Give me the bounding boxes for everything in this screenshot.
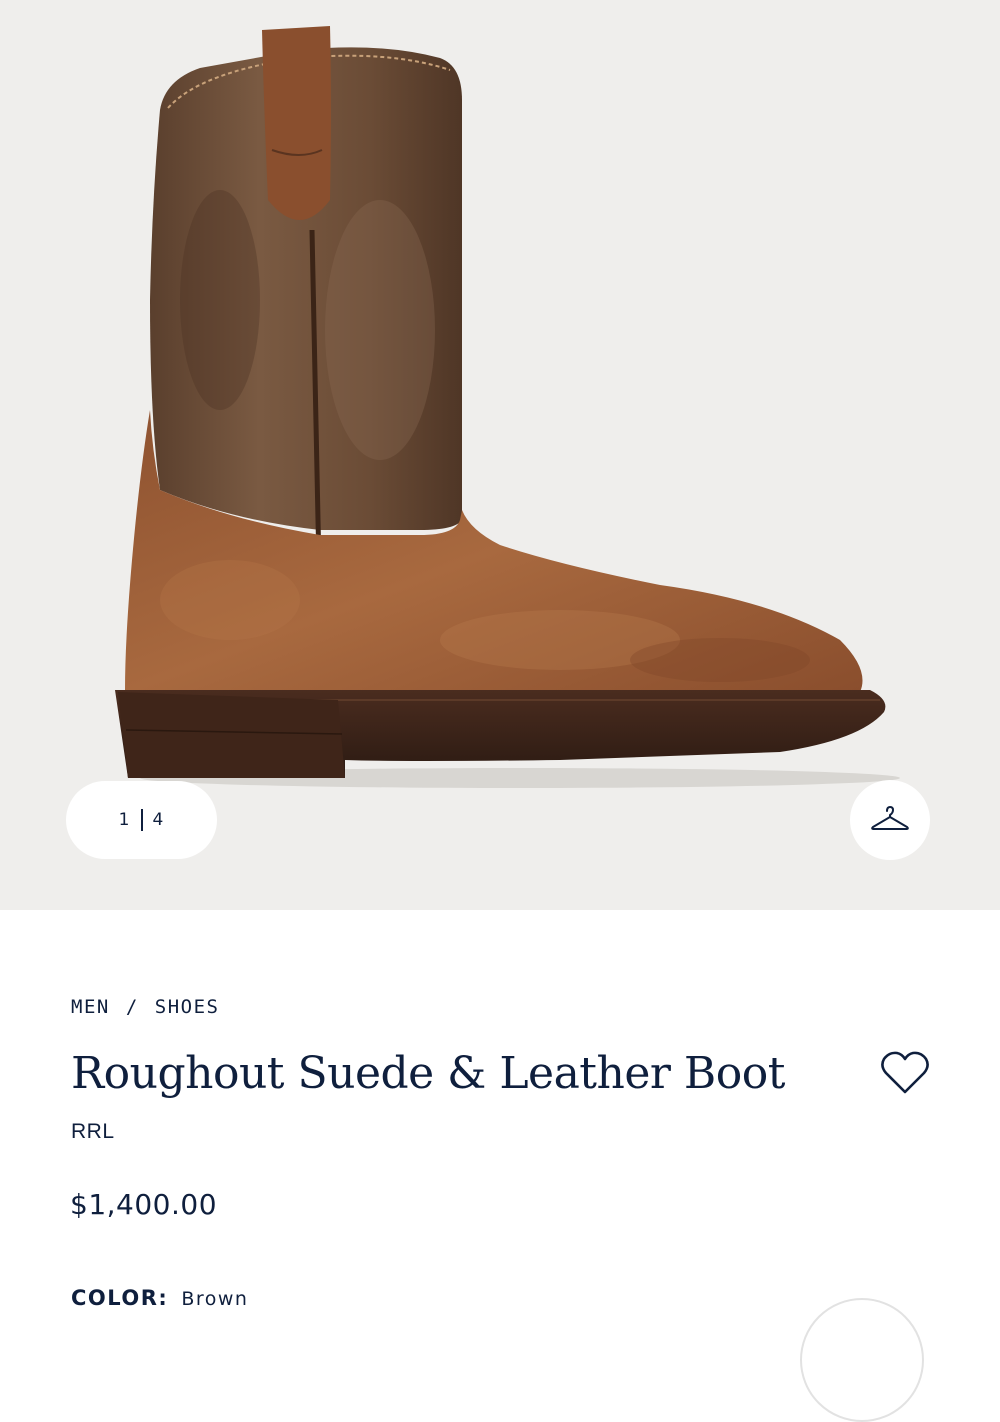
image-counter-separator xyxy=(140,809,143,831)
breadcrumb-item-shoes[interactable]: SHOES xyxy=(155,996,220,1018)
breadcrumb-item-men[interactable]: MEN xyxy=(71,996,110,1018)
breadcrumb-separator: / xyxy=(125,996,139,1018)
color-label: COLOR: xyxy=(71,1286,169,1310)
product-price: $1,400.00 xyxy=(70,1188,218,1221)
hanger-button[interactable] xyxy=(850,780,930,860)
hanger-icon xyxy=(871,806,909,830)
color-swatch[interactable] xyxy=(800,1298,924,1422)
product-image xyxy=(115,26,900,788)
color-value: Brown xyxy=(181,1288,249,1310)
image-counter-total: 4 xyxy=(152,810,165,830)
color-selection: COLOR: Brown xyxy=(71,1286,248,1310)
favorite-button[interactable] xyxy=(878,1048,932,1098)
heart-icon xyxy=(881,1051,929,1094)
product-title: Roughout Suede & Leather Boot xyxy=(71,1048,785,1099)
product-image-gallery[interactable]: 1 4 xyxy=(0,0,1000,910)
breadcrumb: MEN / SHOES xyxy=(71,996,219,1018)
image-counter: 1 4 xyxy=(66,781,217,859)
product-brand: RRL xyxy=(71,1120,115,1143)
image-counter-current: 1 xyxy=(118,810,131,830)
